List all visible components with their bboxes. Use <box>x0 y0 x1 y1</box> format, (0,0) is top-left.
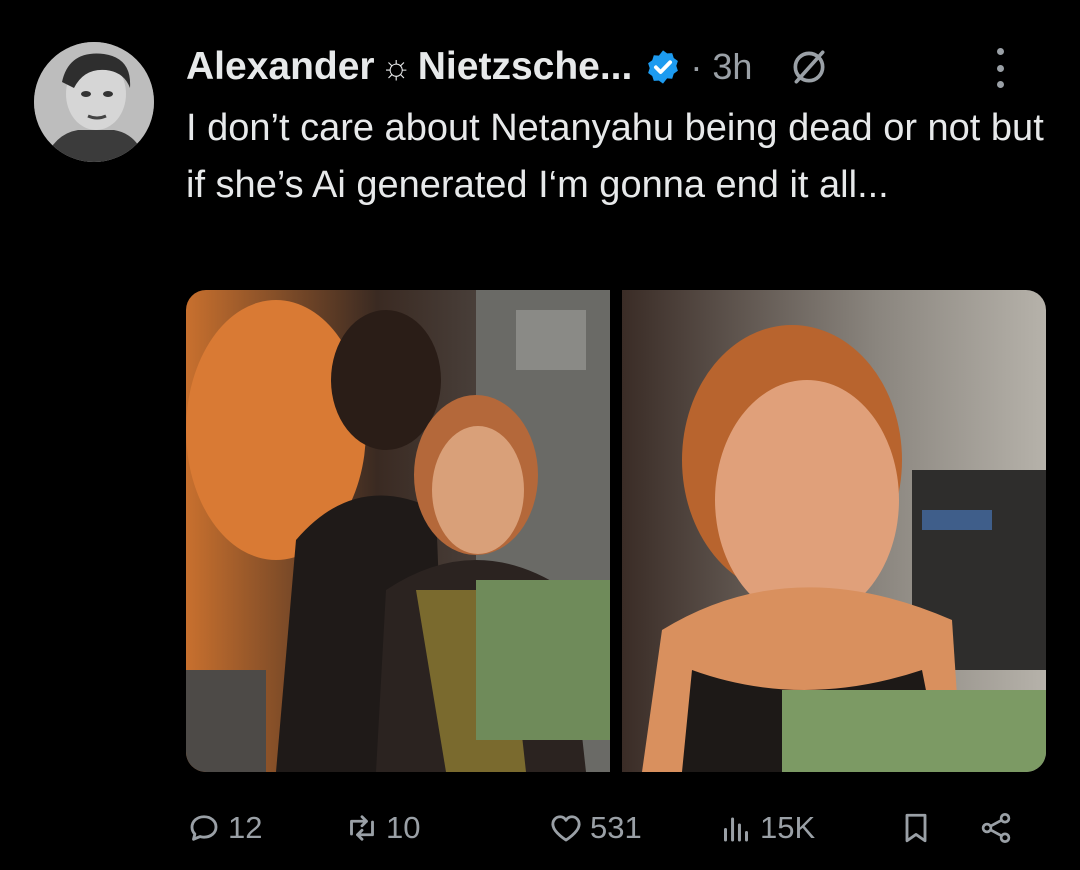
reply-button[interactable]: 12 <box>186 806 262 850</box>
action-bar: 12 10 531 15K <box>186 806 1036 850</box>
media-image-left[interactable] <box>186 290 610 772</box>
verified-badge-icon <box>648 50 679 84</box>
repost-button[interactable]: 10 <box>344 806 420 850</box>
bookmark-button[interactable] <box>898 806 934 850</box>
reply-count: 12 <box>228 810 263 845</box>
tweet-header: Alexander ☼ Nietzsche... · 3h <box>186 42 1046 92</box>
repost-icon <box>350 815 374 841</box>
bookmark-icon <box>905 813 927 843</box>
share-icon <box>981 813 1011 843</box>
views-button[interactable]: 15K <box>718 806 815 850</box>
tweet-text: I don’t care about Netanyahu being dead … <box>186 107 1044 206</box>
avatar[interactable] <box>34 42 154 162</box>
tweet: Alexander ☼ Nietzsche... · 3h I don’t ca… <box>0 0 1080 870</box>
author-name-rest[interactable]: Nietzsche... <box>418 45 633 89</box>
grok-icon[interactable] <box>788 46 830 88</box>
timestamp[interactable]: · 3h <box>690 46 752 88</box>
more-options-icon[interactable] <box>994 48 1006 88</box>
analytics-icon <box>724 817 748 842</box>
heart-icon <box>551 815 581 842</box>
share-button[interactable] <box>978 806 1014 850</box>
reply-icon <box>190 815 218 841</box>
repost-count: 10 <box>386 810 421 845</box>
media-image-right[interactable] <box>622 290 1046 772</box>
views-count: 15K <box>760 810 816 845</box>
like-button[interactable]: 531 <box>548 806 642 850</box>
media-grid[interactable] <box>186 290 1046 772</box>
author-name[interactable]: Alexander <box>186 45 375 89</box>
sun-symbol-icon: ☼ <box>380 47 412 86</box>
like-count: 531 <box>590 810 642 845</box>
